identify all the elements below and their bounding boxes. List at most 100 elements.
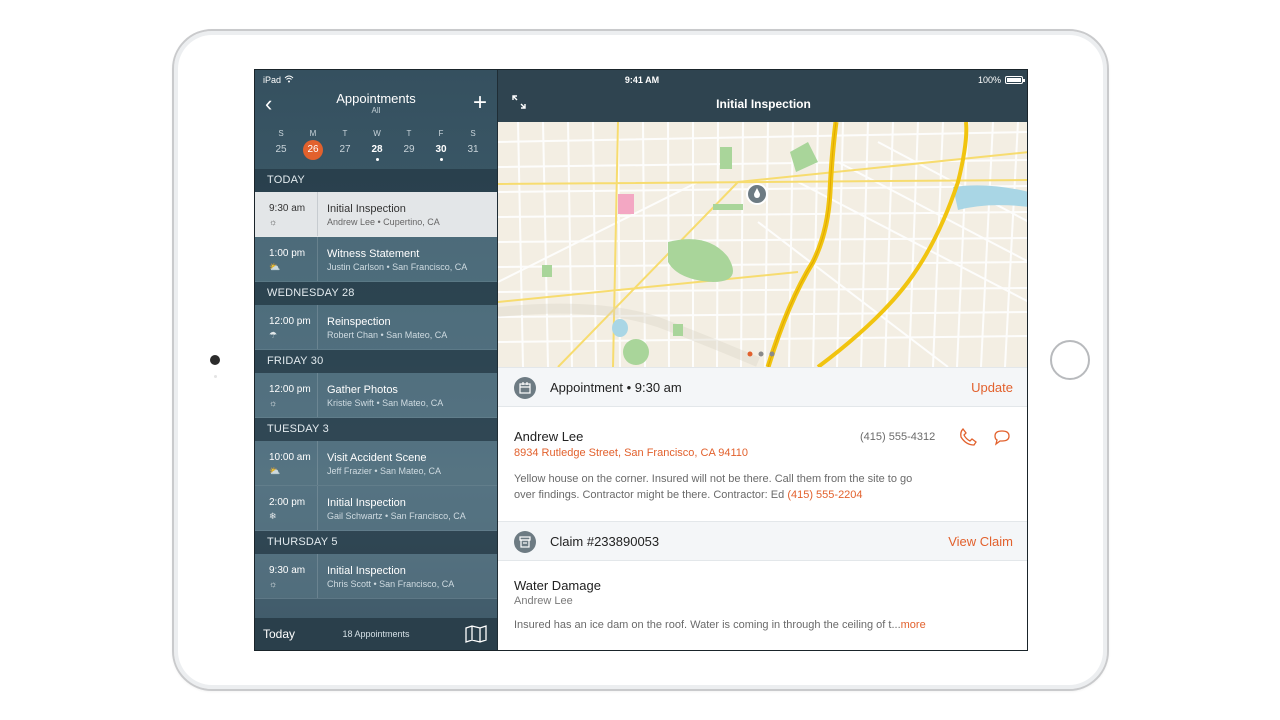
status-right: 100%: [977, 75, 1025, 85]
sidebar-title: Appointments: [336, 91, 416, 106]
sidebar-header: ‹ Appointments All +: [255, 89, 497, 122]
week-day-number: 25: [275, 144, 287, 155]
rainy-icon: ☂: [269, 330, 278, 340]
appointment-list: TODAY 9:30 am ☼ Initial Inspection Andrew Le…: [255, 169, 497, 618]
phone-icon[interactable]: [958, 427, 978, 452]
detail-panel: Initial Inspection Appointment • 9:30 am…: [498, 70, 1027, 650]
appointment-title: Visit Accident Scene: [327, 452, 427, 464]
week-day[interactable]: M 26: [297, 128, 329, 160]
row-separator: [317, 237, 318, 281]
sunny-icon: ☼: [269, 579, 278, 589]
appointment-title: Reinspection: [327, 316, 391, 328]
appointment-item[interactable]: 12:00 pm ☼ Gather Photos Kristie Swift • Sa…: [255, 373, 497, 418]
section-header: THURSDAY 5: [255, 531, 497, 554]
battery-percent: 100%: [977, 75, 1001, 85]
appointment-subtitle: Andrew Lee • Cupertino, CA: [327, 217, 440, 227]
appointment-title: Gather Photos: [327, 384, 398, 396]
map-icon[interactable]: [465, 625, 487, 648]
appointment-subtitle: Gail Schwartz • San Francisco, CA: [327, 511, 466, 521]
claim-label: Claim #233890053: [550, 534, 660, 549]
week-strip: S 25 M 26 T 27 W 28 T 29 F 30 S 31: [255, 125, 497, 165]
calendar-icon: [514, 377, 536, 399]
snow-icon: ❄: [269, 511, 277, 521]
week-day-number: 27: [339, 144, 351, 155]
claim-section: Water Damage Andrew Lee Insured has an i…: [498, 561, 1027, 650]
week-day-number: 29: [403, 144, 415, 155]
detail-title: Initial Inspection: [716, 97, 811, 111]
appointment-item[interactable]: 10:00 am ⛅ Visit Accident Scene Jeff Frazie…: [255, 441, 497, 486]
contractor-phone-link[interactable]: (415) 555-2204: [787, 489, 862, 501]
appointment-title: Initial Inspection: [327, 565, 406, 577]
section-header: TODAY: [255, 169, 497, 192]
appointment-title: Witness Statement: [327, 248, 420, 260]
add-appointment-button[interactable]: +: [473, 89, 487, 117]
appointment-item[interactable]: 12:00 pm ☂ Reinspection Robert Chan • San M…: [255, 305, 497, 350]
appointment-subtitle: Jeff Frazier • San Mateo, CA: [327, 466, 442, 476]
sensor-dot: [214, 375, 217, 378]
row-separator: [317, 441, 318, 485]
appointment-item[interactable]: 9:30 am ☼ Initial Inspection Andrew Lee • C…: [255, 192, 497, 237]
appointment-title: Initial Inspection: [327, 497, 406, 509]
appointment-time: 9:30 am: [269, 565, 306, 576]
appointment-subtitle: Kristie Swift • San Mateo, CA: [327, 398, 444, 408]
row-separator: [317, 373, 318, 417]
appointment-item[interactable]: 2:00 pm ❄ Initial Inspection Gail Schwartz …: [255, 486, 497, 531]
appointment-label: Appointment • 9:30 am: [550, 380, 682, 395]
appointment-time: 2:00 pm: [269, 497, 306, 508]
appointment-item[interactable]: 9:30 am ☼ Initial Inspection Chris Scott • …: [255, 554, 497, 599]
section-header: TUESDAY 3: [255, 418, 497, 441]
claim-row: Claim #233890053 View Claim: [498, 521, 1027, 561]
more-link[interactable]: more: [901, 619, 926, 631]
appointment-time: 9:30 am: [269, 203, 306, 214]
row-separator: [317, 486, 318, 530]
week-day-letter: W: [373, 129, 381, 138]
appointment-subtitle: Justin Carlson • San Francisco, CA: [327, 262, 468, 272]
appointment-time: 1:00 pm: [269, 248, 306, 259]
contact-address-link[interactable]: 8934 Rutledge Street, San Francisco, CA …: [514, 447, 748, 459]
week-day-letter: M: [309, 129, 317, 138]
screen: ‹ Appointments All + S 25 M 26 T 27 W 28 T 29 F 30 S…: [254, 69, 1028, 651]
week-day[interactable]: W 28: [361, 128, 393, 161]
section-header: WEDNESDAY 28: [255, 282, 497, 305]
contact-phone: (415) 555-4312: [860, 431, 936, 443]
appointment-row: Appointment • 9:30 am Update: [498, 367, 1027, 407]
week-day[interactable]: S 25: [265, 128, 297, 160]
week-day[interactable]: S 31: [457, 128, 489, 160]
sidebar-subtitle[interactable]: All: [255, 106, 497, 115]
row-separator: [317, 305, 318, 349]
appointment-count: 18 Appointments: [342, 629, 410, 639]
archive-icon: [514, 531, 536, 553]
week-day-letter: T: [342, 129, 348, 138]
contact-name: Andrew Lee: [514, 429, 584, 444]
camera-icon: [210, 355, 220, 365]
week-day[interactable]: F 30: [425, 128, 457, 161]
week-day-number: 28: [371, 144, 383, 155]
appointments-sidebar: ‹ Appointments All + S 25 M 26 T 27 W 28 T 29 F 30 S…: [255, 70, 497, 650]
week-day-letter: T: [406, 129, 412, 138]
claim-type: Water Damage: [514, 578, 601, 593]
week-day-letter: F: [438, 129, 444, 138]
sunny-icon: ☼: [269, 398, 278, 408]
appointment-subtitle: Robert Chan • San Mateo, CA: [327, 330, 448, 340]
map-view[interactable]: [498, 122, 1027, 367]
claim-description: Insured has an ice dam on the roof. Wate…: [514, 619, 926, 631]
battery-icon: [1005, 76, 1025, 84]
sidebar-footer: Today 18 Appointments: [255, 618, 497, 650]
appointment-item[interactable]: 1:00 pm ⛅ Witness Statement Justin Carlson …: [255, 237, 497, 282]
message-icon[interactable]: [993, 428, 1011, 451]
contact-section: Andrew Lee 8934 Rutledge Street, San Fra…: [498, 407, 1027, 521]
partly-cloudy-icon: ⛅: [269, 466, 281, 476]
week-day[interactable]: T 27: [329, 128, 361, 160]
contact-notes: Yellow house on the corner. Insured will…: [514, 473, 913, 501]
home-button[interactable]: [1050, 340, 1090, 380]
row-separator: [317, 192, 318, 236]
week-day-number: 26: [303, 140, 323, 160]
week-day-number: 30: [435, 144, 447, 155]
update-button[interactable]: Update: [971, 380, 1013, 395]
partly-cloudy-icon: ⛅: [269, 262, 281, 272]
appointment-subtitle: Chris Scott • San Francisco, CA: [327, 579, 455, 589]
view-claim-button[interactable]: View Claim: [948, 534, 1013, 549]
sunny-icon: ☼: [269, 217, 278, 227]
week-day[interactable]: T 29: [393, 128, 425, 160]
appointment-title: Initial Inspection: [327, 203, 406, 215]
